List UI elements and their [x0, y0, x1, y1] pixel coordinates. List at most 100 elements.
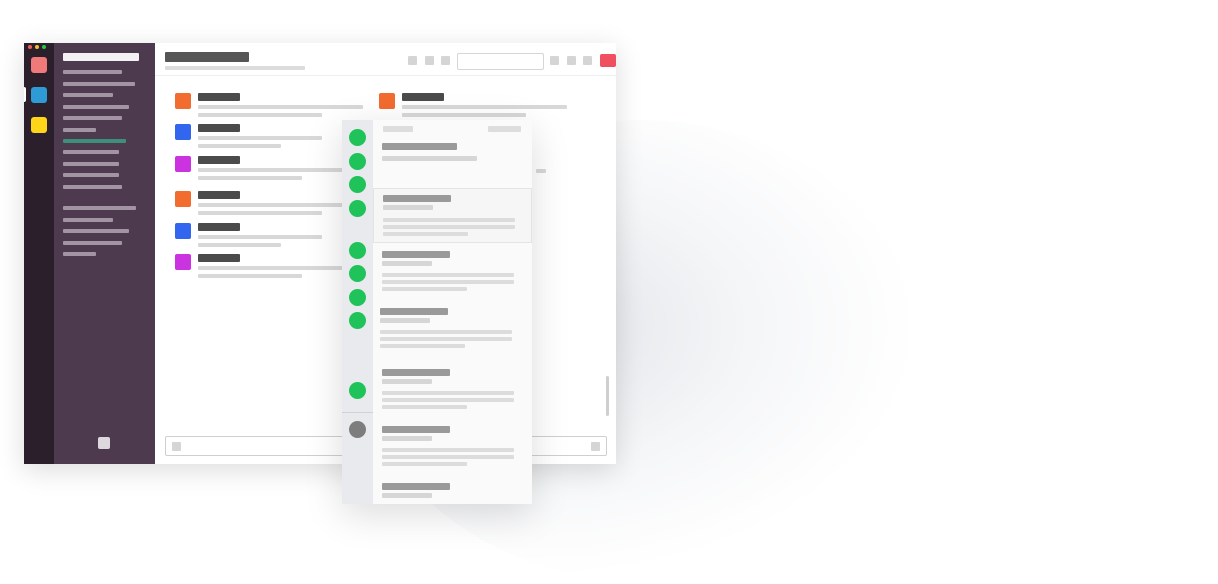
window-minimize-control[interactable]: [35, 45, 39, 49]
call-icon[interactable]: [408, 56, 417, 65]
mention-icon[interactable]: [550, 56, 559, 65]
card-text: [382, 398, 514, 402]
message-text: [198, 136, 322, 140]
active-workspace-marker: [24, 87, 26, 102]
card-text: [382, 462, 467, 466]
message-author[interactable]: [198, 124, 240, 132]
presence-offline-icon[interactable]: [349, 421, 366, 438]
card-subtitle: [383, 205, 433, 210]
message-author[interactable]: [198, 191, 240, 199]
overlay-card[interactable]: [373, 369, 530, 417]
message-author[interactable]: [198, 156, 240, 164]
workspace-icon[interactable]: [31, 87, 47, 103]
card-text: [380, 344, 465, 348]
message-author[interactable]: [198, 254, 240, 262]
sidebar-item[interactable]: [63, 150, 119, 154]
scrollbar[interactable]: [606, 376, 609, 416]
header-divider: [155, 75, 616, 76]
sidebar-item[interactable]: [63, 93, 113, 97]
overlay-card[interactable]: [373, 251, 530, 299]
presence-online-icon[interactable]: [349, 153, 366, 170]
card-text: [380, 330, 512, 334]
card-subtitle: [382, 261, 432, 266]
card-title: [382, 483, 450, 490]
presence-online-icon[interactable]: [349, 176, 366, 193]
card-title: [382, 251, 450, 258]
user-avatar[interactable]: [175, 191, 191, 207]
card-title: [382, 426, 450, 433]
message-author[interactable]: [198, 93, 240, 101]
overlay-header-label: [383, 126, 413, 132]
presence-divider: [342, 412, 373, 413]
presence-overlay-panel: [342, 120, 532, 504]
presence-online-icon[interactable]: [349, 382, 366, 399]
user-avatar[interactable]: [175, 254, 191, 270]
card-subtitle: [382, 493, 432, 498]
search-input[interactable]: [457, 53, 544, 70]
window-close-control[interactable]: [28, 45, 32, 49]
overlay-header-action[interactable]: [488, 126, 521, 132]
sidebar-item[interactable]: [63, 218, 113, 222]
channel-topic: [165, 66, 305, 70]
card-title: [382, 369, 450, 376]
attach-icon[interactable]: [172, 442, 181, 451]
sidebar-item-active[interactable]: [63, 139, 126, 143]
workspace-rail: [24, 43, 54, 464]
emoji-icon[interactable]: [591, 442, 600, 451]
presence-online-icon[interactable]: [349, 312, 366, 329]
more-icon[interactable]: [583, 56, 592, 65]
sidebar-item[interactable]: [63, 70, 122, 74]
user-avatar[interactable]: [175, 156, 191, 172]
overlay-card[interactable]: [373, 483, 530, 504]
message-text: [198, 144, 281, 148]
overlay-card[interactable]: [373, 308, 530, 356]
overlay-card-selected[interactable]: [373, 188, 532, 243]
overlay-card[interactable]: [373, 143, 530, 203]
sidebar-item[interactable]: [63, 105, 129, 109]
channel-sidebar: [54, 43, 155, 464]
presence-online-icon[interactable]: [349, 129, 366, 146]
card-text: [382, 405, 467, 409]
user-avatar[interactable]: [175, 223, 191, 239]
add-icon[interactable]: [98, 437, 110, 449]
star-icon[interactable]: [567, 56, 576, 65]
presence-online-icon[interactable]: [349, 242, 366, 259]
close-button[interactable]: [600, 54, 616, 67]
presence-online-icon[interactable]: [349, 289, 366, 306]
sidebar-item[interactable]: [63, 185, 122, 189]
sidebar-item[interactable]: [63, 162, 119, 166]
sidebar-item[interactable]: [63, 128, 96, 132]
user-avatar[interactable]: [175, 93, 191, 109]
workspace-icon[interactable]: [31, 57, 47, 73]
overlay-card[interactable]: [373, 426, 530, 474]
card-text: [382, 280, 514, 284]
workspace-name[interactable]: [63, 53, 139, 61]
message-text: [402, 113, 526, 117]
message-author[interactable]: [402, 93, 444, 101]
card-title: [382, 143, 457, 150]
sidebar-item[interactable]: [63, 241, 122, 245]
card-text: [383, 218, 515, 222]
overlay-list: [373, 120, 532, 504]
user-avatar[interactable]: [379, 93, 395, 109]
sidebar-item[interactable]: [63, 116, 122, 120]
window-zoom-control[interactable]: [42, 45, 46, 49]
user-avatar[interactable]: [175, 124, 191, 140]
sidebar-item[interactable]: [63, 206, 136, 210]
sidebar-item[interactable]: [63, 229, 129, 233]
sidebar-item[interactable]: [63, 82, 135, 86]
message-text: [198, 105, 363, 109]
sidebar-item[interactable]: [63, 173, 119, 177]
sidebar-item[interactable]: [63, 252, 96, 256]
presence-rail: [342, 120, 373, 504]
card-title: [380, 308, 448, 315]
message-author[interactable]: [198, 223, 240, 231]
info-icon[interactable]: [425, 56, 434, 65]
presence-online-icon[interactable]: [349, 265, 366, 282]
card-title: [383, 195, 451, 202]
presence-online-icon[interactable]: [349, 200, 366, 217]
channel-title: [165, 52, 249, 62]
workspace-icon[interactable]: [31, 117, 47, 133]
message-text: [198, 168, 343, 172]
settings-icon[interactable]: [441, 56, 450, 65]
